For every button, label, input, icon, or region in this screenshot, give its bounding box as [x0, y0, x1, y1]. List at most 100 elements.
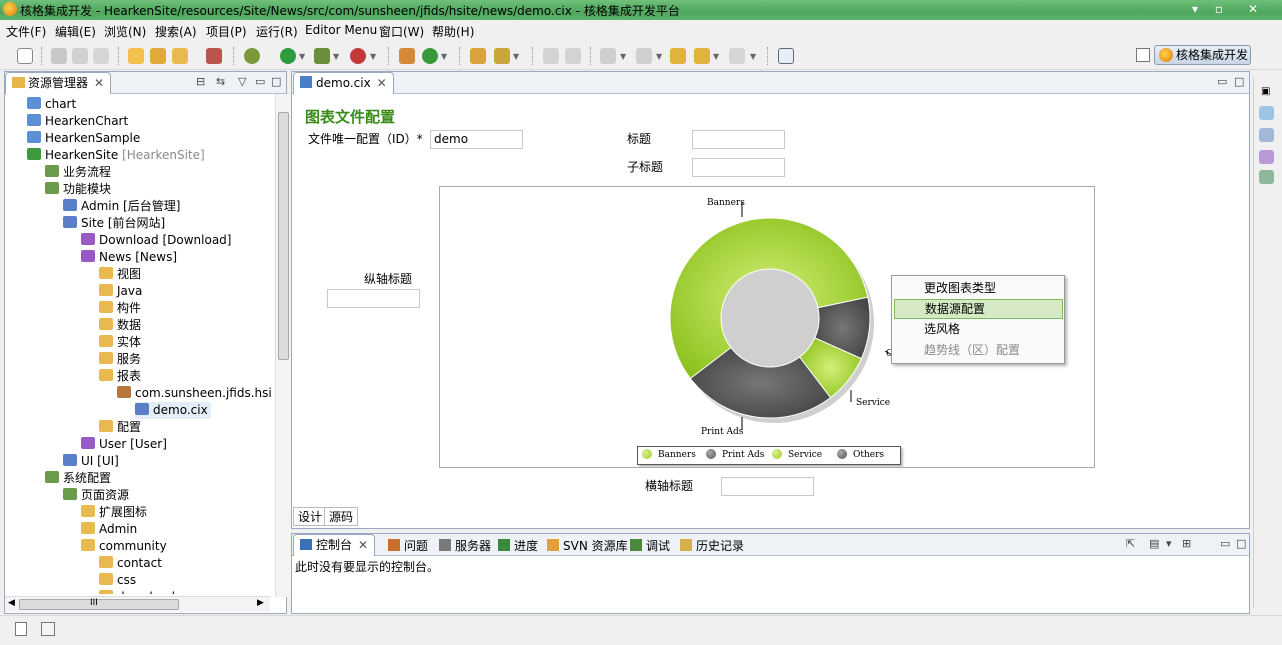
scroll-thumb[interactable]	[278, 112, 289, 360]
components-icon[interactable]	[1259, 150, 1274, 164]
fast-view-icon[interactable]	[15, 622, 27, 636]
x-axis-field[interactable]	[721, 477, 814, 496]
chevron-down-icon[interactable]: ▼	[370, 52, 376, 61]
package-icon[interactable]	[206, 48, 222, 64]
tab-console[interactable]: 控制台 ✕	[293, 534, 376, 556]
tab-source[interactable]: 源码	[324, 507, 359, 526]
tree-item[interactable]: User [User]	[81, 436, 167, 453]
tree-item[interactable]: downloads	[99, 589, 181, 594]
y-axis-field[interactable]	[327, 289, 420, 308]
tab-debug[interactable]: 调试	[630, 537, 670, 554]
export-icon[interactable]	[172, 48, 188, 64]
minimize-icon[interactable]: ▭	[1220, 537, 1230, 550]
import-icon[interactable]	[150, 48, 166, 64]
menu-project[interactable]: 项目(P)	[206, 23, 247, 40]
title-field[interactable]	[692, 130, 785, 149]
open-folder-icon[interactable]	[128, 48, 144, 64]
new-project-icon[interactable]	[399, 48, 415, 64]
subtitle-field[interactable]	[692, 158, 785, 177]
tree-item[interactable]: Admin [后台管理]	[63, 198, 180, 215]
menu-run[interactable]: 运行(R)	[256, 23, 298, 40]
prev-annotation-icon[interactable]	[636, 48, 652, 64]
maximize-icon[interactable]: □	[1236, 537, 1246, 550]
close-icon[interactable]: ✕	[377, 76, 387, 90]
tree-item[interactable]: HearkenSample	[27, 130, 140, 147]
tree-item[interactable]: Site [前台网站]	[63, 215, 165, 232]
refresh-icon[interactable]	[422, 48, 438, 64]
chevron-down-icon[interactable]: ▼	[713, 52, 719, 61]
display-console-icon[interactable]: ▤	[1149, 537, 1159, 550]
tree-item[interactable]: 扩展图标	[81, 504, 147, 521]
tab-demo-cix[interactable]: demo.cix ✕	[293, 72, 394, 94]
tree-item[interactable]: 业务流程	[45, 164, 111, 181]
tree-item[interactable]: 数据	[99, 317, 141, 334]
tab-servers[interactable]: 服务器	[439, 537, 491, 554]
close-window-button[interactable]: ✕	[1240, 0, 1266, 18]
pin-console-icon[interactable]: ⇱	[1126, 537, 1135, 550]
explorer-vscrollbar[interactable]	[275, 94, 291, 597]
tab-design[interactable]: 设计	[293, 507, 328, 526]
scroll-right-icon[interactable]: ▶	[257, 598, 264, 608]
chevron-down-icon[interactable]: ▼	[441, 52, 447, 61]
maximize-icon[interactable]: □	[1234, 75, 1244, 88]
perspective-button[interactable]: 核格集成开发	[1154, 45, 1251, 65]
menu-navigate[interactable]: 浏览(N)	[104, 23, 146, 40]
open-perspective-icon[interactable]	[1136, 48, 1150, 62]
save-all-icon[interactable]	[72, 48, 88, 64]
last-edit-icon[interactable]	[670, 48, 686, 64]
run-config-icon[interactable]	[314, 48, 330, 64]
minimize-icon[interactable]: ▭	[255, 75, 265, 88]
tab-problems[interactable]: 问题	[388, 537, 428, 554]
tree-item[interactable]: HearkenSite [HearkenSite]	[27, 147, 205, 164]
next-annotation-icon[interactable]	[600, 48, 616, 64]
outline-icon[interactable]	[1259, 106, 1274, 120]
collapse-all-icon[interactable]: ⊟	[196, 75, 205, 88]
maximize-icon[interactable]: □	[271, 75, 281, 88]
tree-item[interactable]: Admin	[81, 521, 137, 538]
menu-item-select-style[interactable]: 选风格	[894, 319, 1063, 339]
new-icon[interactable]	[17, 48, 33, 64]
view-menu-icon[interactable]: ▽	[238, 75, 246, 88]
tree-item-selected[interactable]: demo.cix	[135, 402, 211, 419]
external-tools-icon[interactable]	[350, 48, 366, 64]
tree-item[interactable]: 构件	[99, 300, 141, 317]
chevron-down-icon[interactable]: ▼	[299, 52, 305, 61]
back-arrow-icon[interactable]	[694, 48, 710, 64]
menu-item-datasource-config[interactable]: 数据源配置	[894, 299, 1063, 319]
open-console-icon[interactable]: ⊞	[1182, 537, 1191, 550]
chevron-down-icon[interactable]: ▼	[656, 52, 662, 61]
tree-item[interactable]: 页面资源	[63, 487, 129, 504]
chevron-down-icon[interactable]: ▼	[620, 52, 626, 61]
tab-svn[interactable]: SVN 资源库	[547, 537, 628, 554]
print-icon[interactable]	[93, 48, 109, 64]
menu-window[interactable]: 窗口(W)	[379, 23, 424, 40]
tree-item[interactable]: css	[99, 572, 136, 589]
forward-arrow-icon[interactable]	[729, 48, 745, 64]
tree-item[interactable]: 系统配置	[45, 470, 111, 487]
chevron-down-icon[interactable]: ▼	[513, 52, 519, 61]
scroll-left-icon[interactable]: ◀	[8, 598, 15, 608]
explorer-hscrollbar[interactable]: ◀ III ▶	[5, 596, 270, 612]
chevron-down-icon[interactable]: ▼	[750, 52, 756, 61]
chevron-down-icon[interactable]: ▾	[1166, 537, 1172, 550]
tree-item[interactable]: 报表	[99, 368, 141, 385]
search-icon[interactable]	[494, 48, 510, 64]
tree-item[interactable]: HearkenChart	[27, 113, 128, 130]
task-icon[interactable]	[778, 48, 794, 64]
tab-history[interactable]: 历史记录	[680, 537, 744, 554]
debug-icon[interactable]	[244, 48, 260, 64]
save-icon[interactable]	[51, 48, 67, 64]
menu-file[interactable]: 文件(F)	[6, 23, 46, 40]
tree-item[interactable]: 实体	[99, 334, 141, 351]
tree-item[interactable]: Java	[99, 283, 142, 300]
tab-progress[interactable]: 进度	[498, 537, 538, 554]
tab-explorer[interactable]: 资源管理器 ✕	[5, 72, 112, 94]
link-editor-icon[interactable]: ⇆	[216, 75, 225, 88]
tree-item[interactable]: contact	[99, 555, 162, 572]
restore-icon[interactable]: ▣	[1261, 86, 1270, 97]
tree-item[interactable]: 服务	[99, 351, 141, 368]
tree-item[interactable]: 功能模块	[45, 181, 111, 198]
pin-icon[interactable]	[543, 48, 559, 64]
tree-item[interactable]: com.sunsheen.jfids.hsite.ne	[117, 385, 271, 402]
tree-item[interactable]: News [News]	[81, 249, 177, 266]
